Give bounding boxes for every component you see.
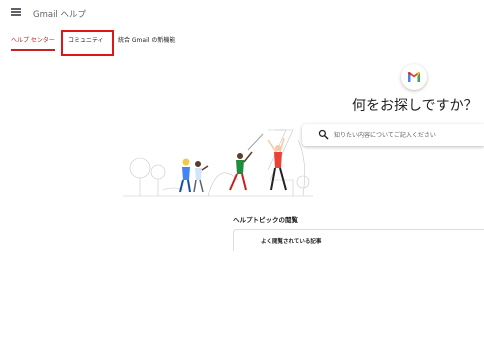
- menu-icon[interactable]: [11, 8, 21, 16]
- search-icon: [318, 129, 329, 140]
- app-title[interactable]: Gmail ヘルプ: [33, 8, 86, 20]
- gmail-logo: [401, 64, 427, 90]
- tab-whats-new[interactable]: 統合 Gmail の新機能: [118, 32, 175, 54]
- active-tab-indicator: [11, 49, 55, 51]
- popular-articles-link[interactable]: よく閲覧されている記事: [261, 237, 321, 245]
- help-topics-title: ヘルプトピックの閲覧: [233, 216, 298, 224]
- tab-label: 統合 Gmail の新機能: [118, 37, 176, 44]
- search-placeholder: 知りたい内容についてご記入ください: [334, 132, 436, 139]
- top-bar: Gmail ヘルプ: [0, 0, 484, 28]
- tab-help-center[interactable]: ヘルプ センター: [11, 32, 55, 54]
- help-topic-card: よく閲覧されている記事: [233, 229, 484, 251]
- highlight-box: [61, 30, 114, 56]
- people-illustration: [123, 129, 313, 197]
- search-input[interactable]: 知りたい内容についてご記入ください: [302, 124, 484, 146]
- page-title: 何をお探しですか？: [352, 98, 478, 114]
- tab-label: ヘルプ センター: [11, 37, 55, 44]
- gmail-logo-icon: [408, 72, 420, 82]
